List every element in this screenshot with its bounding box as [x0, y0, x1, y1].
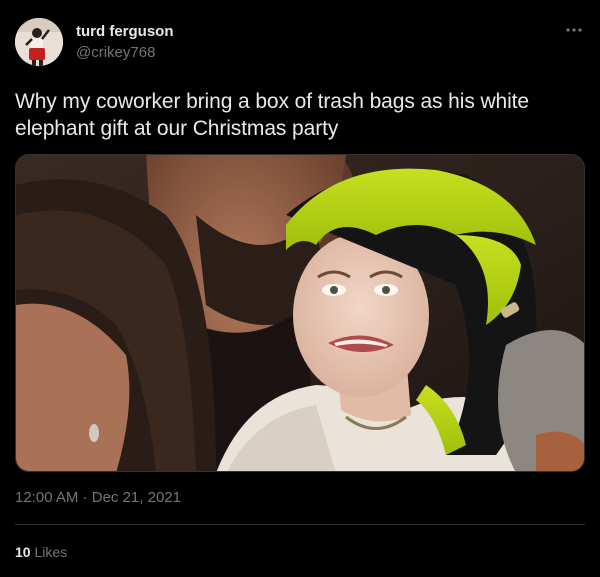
avatar-image: [15, 18, 63, 66]
likes-stat[interactable]: 10 Likes: [15, 542, 67, 562]
tweet-text: Why my coworker bring a box of trash bag…: [15, 90, 529, 140]
tweet-media[interactable]: [15, 154, 585, 472]
tweet-timestamp[interactable]: 12:00 AM · Dec 21, 2021: [15, 488, 181, 508]
tweet-date: Dec 21, 2021: [91, 489, 181, 506]
timestamp-separator: ·: [78, 489, 92, 506]
user-handle[interactable]: @crikey768: [76, 44, 174, 62]
more-options-button[interactable]: [564, 22, 584, 38]
tweet-card: turd ferguson @crikey768 Why my coworker…: [0, 0, 600, 577]
display-name[interactable]: turd ferguson: [76, 23, 174, 41]
meme-photo: [16, 155, 584, 471]
likes-label: Likes: [30, 544, 68, 560]
avatar[interactable]: [15, 18, 63, 66]
more-horizontal-icon: [566, 28, 582, 32]
tweet-time: 12:00 AM: [15, 489, 79, 506]
stats-divider: [15, 524, 585, 525]
likes-count: 10: [15, 544, 31, 560]
user-info: turd ferguson @crikey768: [76, 23, 174, 62]
